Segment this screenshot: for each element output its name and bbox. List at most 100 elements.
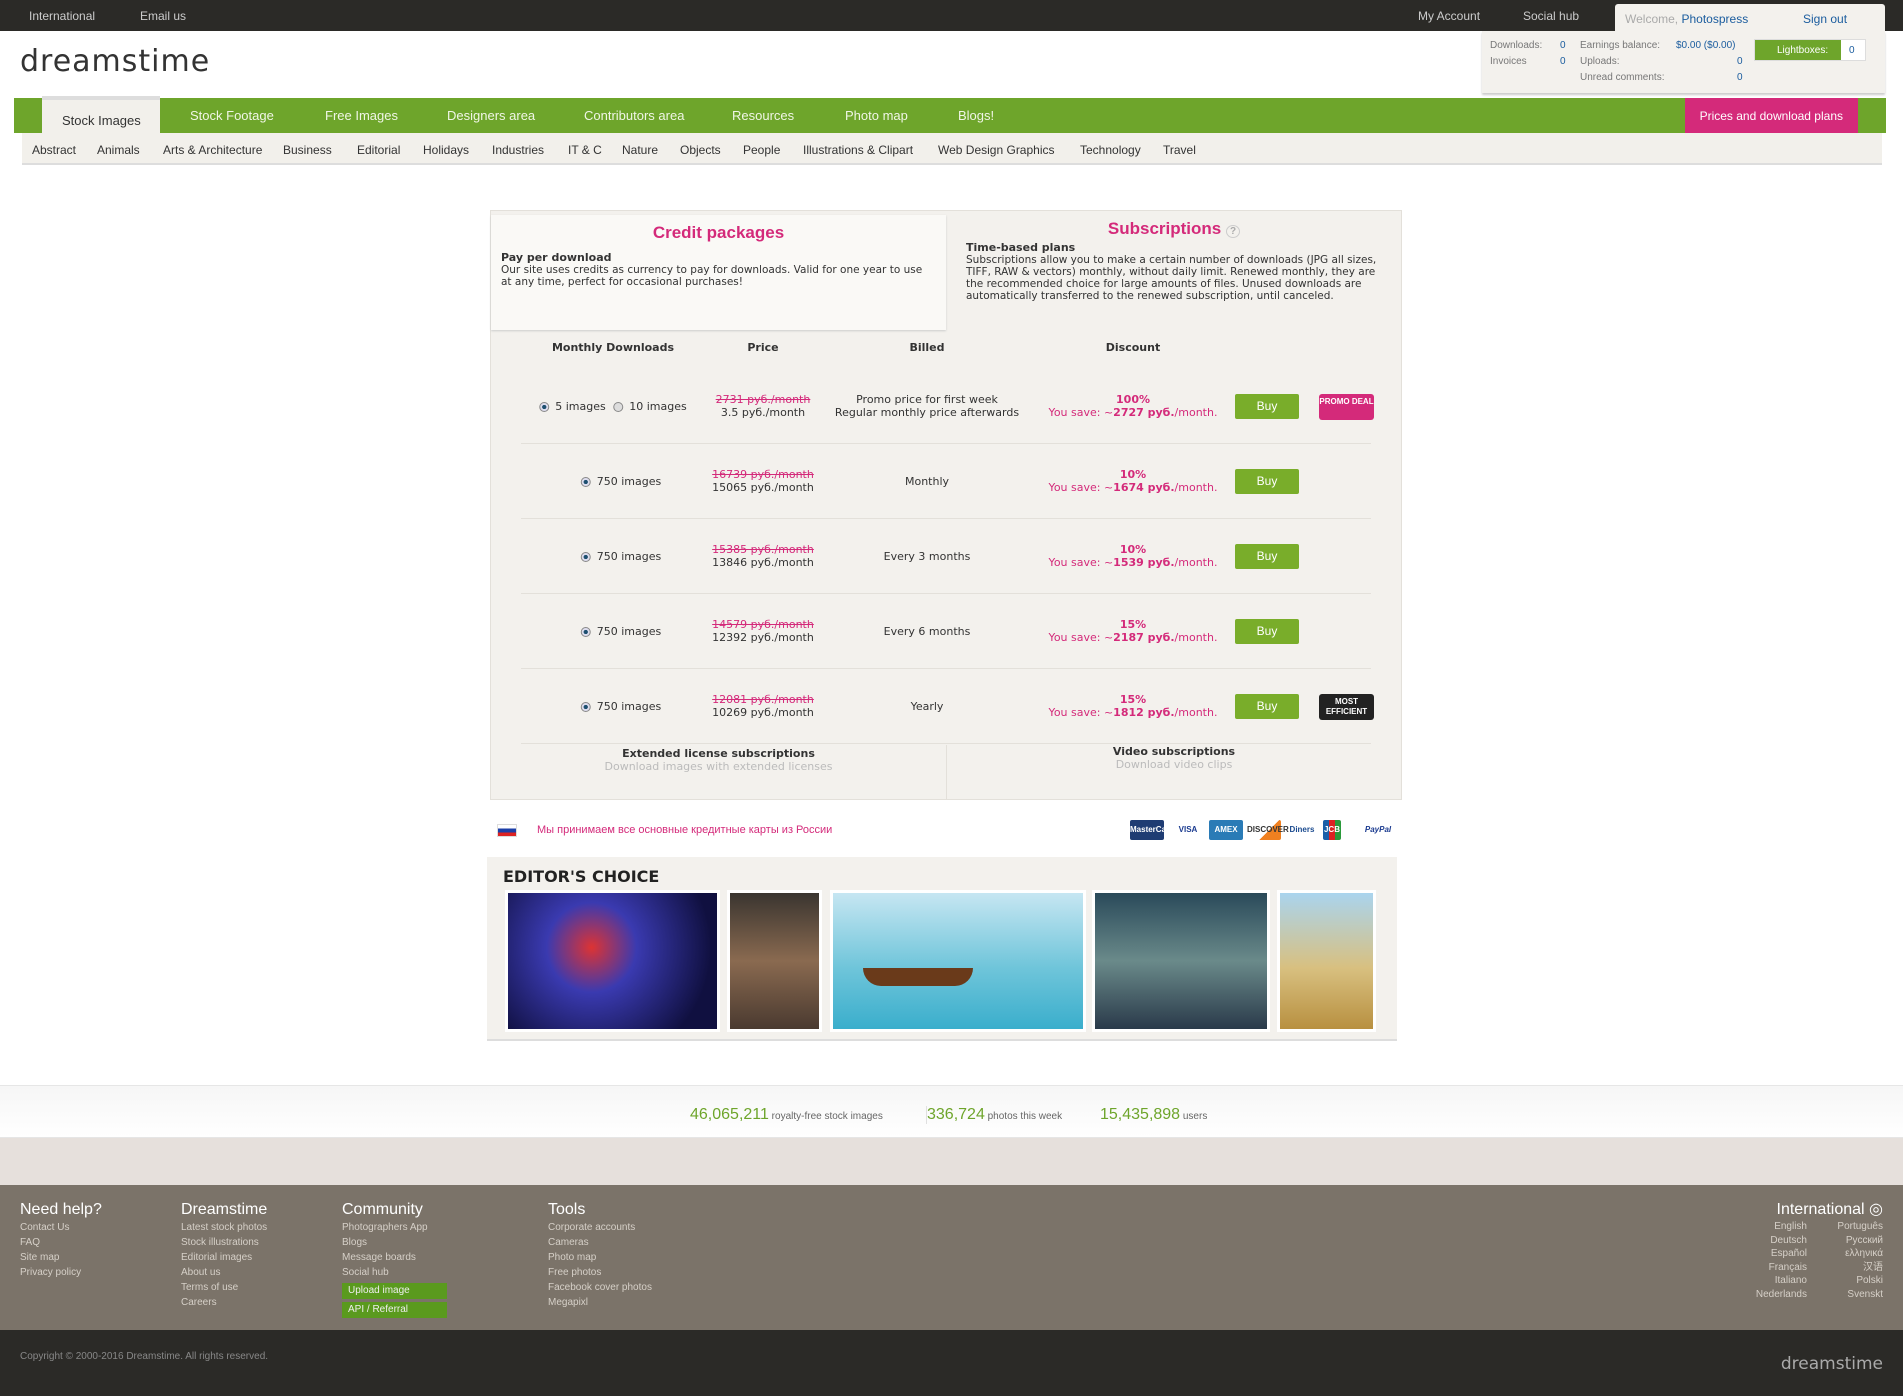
category-link[interactable]: Travel <box>1163 143 1196 157</box>
comments-count[interactable]: 0 <box>1737 72 1743 83</box>
footer-link[interactable]: Privacy policy <box>20 1265 102 1280</box>
plan-radio[interactable] <box>580 702 591 712</box>
language-link[interactable]: Français <box>1743 1261 1807 1275</box>
footer-link[interactable]: FAQ <box>20 1235 102 1250</box>
sign-out-link[interactable]: Sign out <box>1803 12 1847 26</box>
language-link[interactable]: Español <box>1743 1247 1807 1261</box>
plan-radio[interactable] <box>580 627 591 637</box>
category-link[interactable]: Animals <box>97 143 140 157</box>
credit-title: Credit packages <box>652 223 785 242</box>
footer-link[interactable]: Careers <box>181 1295 267 1310</box>
tab-photo-map[interactable]: Photo map <box>845 108 908 123</box>
upload-image-button[interactable]: Upload image <box>342 1283 447 1299</box>
uploads-count[interactable]: 0 <box>1737 56 1743 67</box>
plan-radio[interactable] <box>539 402 550 412</box>
footer-link[interactable]: Social hub <box>342 1265 447 1280</box>
dreamstime-logo[interactable]: dreamstime <box>20 44 210 79</box>
category-link[interactable]: Business <box>283 143 332 157</box>
footer-link[interactable]: About us <box>181 1265 267 1280</box>
category-link[interactable]: Web Design Graphics <box>938 143 1055 157</box>
my-account-link[interactable]: My Account <box>1418 9 1480 23</box>
photo-craftsman[interactable] <box>727 890 822 1032</box>
international-link[interactable]: International <box>29 9 95 23</box>
plan-discount: 10% You save: ~1539 руб./month. <box>1049 543 1218 569</box>
footer-link[interactable]: Contact Us <box>20 1220 102 1235</box>
footer-link[interactable]: Megapixl <box>548 1295 652 1310</box>
footer-link[interactable]: Site map <box>20 1250 102 1265</box>
footer-link[interactable]: Facebook cover photos <box>548 1280 652 1295</box>
footer-link[interactable]: Cameras <box>548 1235 652 1250</box>
photo-junk-boat[interactable] <box>830 890 1086 1032</box>
language-link[interactable]: Русский <box>1819 1234 1883 1248</box>
language-link[interactable]: Nederlands <box>1743 1288 1807 1302</box>
footer-logo[interactable]: dreamstime <box>1781 1354 1883 1374</box>
footer-link[interactable]: Message boards <box>342 1250 447 1265</box>
footer-link[interactable]: Free photos <box>548 1265 652 1280</box>
footer-link[interactable]: Latest stock photos <box>181 1220 267 1235</box>
social-hub-link[interactable]: Social hub <box>1523 9 1579 23</box>
tab-free-images[interactable]: Free Images <box>325 108 398 123</box>
language-link[interactable]: Polski <box>1819 1274 1883 1288</box>
category-link[interactable]: Holidays <box>423 143 469 157</box>
tab-designers-area[interactable]: Designers area <box>447 108 535 123</box>
plan-radio[interactable] <box>580 477 591 487</box>
plan-radio[interactable] <box>580 552 591 562</box>
buy-button[interactable]: Buy <box>1235 694 1299 719</box>
footer-link[interactable]: Photographers App <box>342 1220 447 1235</box>
language-link[interactable]: Italiano <box>1743 1274 1807 1288</box>
footer-link[interactable]: Corporate accounts <box>548 1220 652 1235</box>
plan-radio-alt[interactable] <box>613 402 624 412</box>
category-link[interactable]: Abstract <box>32 143 76 157</box>
tab-stock-footage[interactable]: Stock Footage <box>190 108 274 123</box>
earnings-value[interactable]: $0.00 ($0.00) <box>1676 40 1736 51</box>
api-referral-button[interactable]: API / Referral <box>342 1302 447 1318</box>
category-nav: Abstract Animals Arts & Architecture Bus… <box>22 133 1882 165</box>
category-link[interactable]: Illustrations & Clipart <box>803 143 913 157</box>
tab-stock-images[interactable]: Stock Images <box>42 96 160 133</box>
language-link[interactable]: 汉语 <box>1819 1261 1883 1275</box>
plan-price: 14579 руб./month 12392 руб./month <box>712 618 814 644</box>
prices-button[interactable]: Prices and download plans <box>1684 98 1858 133</box>
footer-link[interactable]: Photo map <box>548 1250 652 1265</box>
photo-giraffes[interactable] <box>1277 890 1376 1032</box>
language-link[interactable]: English <box>1743 1220 1807 1234</box>
footer-link[interactable]: Terms of use <box>181 1280 267 1295</box>
photo-girl-balloon[interactable] <box>1092 890 1270 1032</box>
video-subscriptions-link[interactable]: Video subscriptions Download video clips <box>946 745 1401 799</box>
tab-contributors-area[interactable]: Contributors area <box>584 108 684 123</box>
photo-concert[interactable] <box>505 890 720 1032</box>
language-link[interactable]: Svenskt <box>1819 1288 1883 1302</box>
credit-packages-tab[interactable]: Credit packages Pay per download Our sit… <box>491 215 946 330</box>
downloads-count[interactable]: 0 <box>1560 40 1566 51</box>
category-link[interactable]: Editorial <box>357 143 400 157</box>
category-link[interactable]: Technology <box>1080 143 1141 157</box>
footer-link[interactable]: Stock illustrations <box>181 1235 267 1250</box>
category-link[interactable]: Nature <box>622 143 658 157</box>
extended-license-link[interactable]: Extended license subscriptions Download i… <box>491 747 946 773</box>
lightboxes-button[interactable]: Lightboxes: 0 <box>1754 39 1866 61</box>
language-link[interactable]: Deutsch <box>1743 1234 1807 1248</box>
main-nav: Stock Images Stock Footage Free Images D… <box>14 96 1886 133</box>
username-link[interactable]: Photospress <box>1681 12 1748 26</box>
footer-link[interactable]: Blogs <box>342 1235 447 1250</box>
tab-blogs[interactable]: Blogs! <box>958 108 994 123</box>
help-icon[interactable]: ? <box>1225 225 1241 238</box>
credit-desc: Our site uses credits as currency to pay… <box>501 264 923 288</box>
category-link[interactable]: IT & C <box>568 143 602 157</box>
email-us-link[interactable]: Email us <box>140 9 186 23</box>
buy-button[interactable]: Buy <box>1235 619 1299 644</box>
category-link[interactable]: Industries <box>492 143 544 157</box>
subscriptions-tab[interactable]: Subscriptions ? Time-based plans Subscri… <box>946 211 1402 329</box>
tab-resources[interactable]: Resources <box>732 108 794 123</box>
invoices-count[interactable]: 0 <box>1560 56 1566 67</box>
language-link[interactable]: ελληνικά <box>1819 1247 1883 1261</box>
plan-row: 750 images 12081 руб./month 10269 руб./mo… <box>521 669 1374 744</box>
category-link[interactable]: Arts & Architecture <box>163 143 262 157</box>
buy-button[interactable]: Buy <box>1235 469 1299 494</box>
footer-link[interactable]: Editorial images <box>181 1250 267 1265</box>
buy-button[interactable]: Buy <box>1235 544 1299 569</box>
category-link[interactable]: Objects <box>680 143 721 157</box>
buy-button[interactable]: Buy <box>1235 394 1299 419</box>
language-link[interactable]: Português <box>1819 1220 1883 1234</box>
category-link[interactable]: People <box>743 143 780 157</box>
